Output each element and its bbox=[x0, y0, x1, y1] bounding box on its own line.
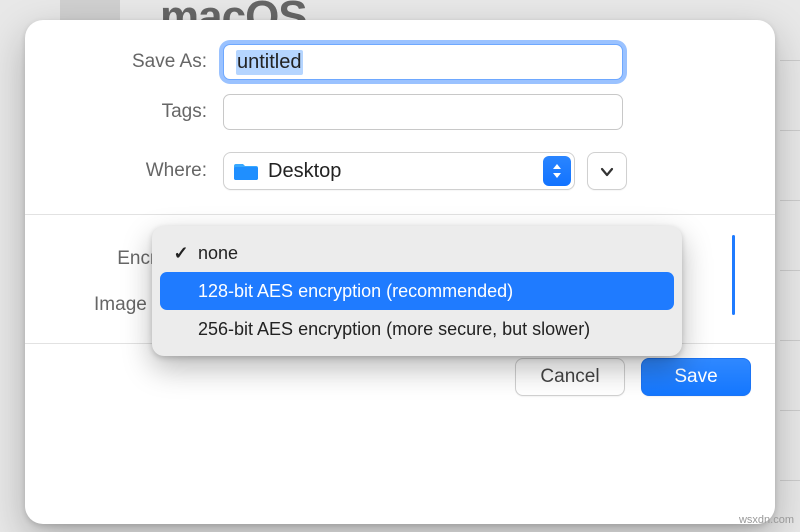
encryption-menu-item-128[interactable]: 128-bit AES encryption (recommended) bbox=[160, 272, 674, 310]
tags-label: Tags: bbox=[63, 101, 223, 123]
save-as-label: Save As: bbox=[63, 51, 223, 73]
where-popup[interactable]: Desktop bbox=[223, 152, 575, 190]
encryption-menu-item-256[interactable]: 256-bit AES encryption (more secure, but… bbox=[160, 310, 674, 348]
where-label: Where: bbox=[63, 160, 223, 182]
menu-item-label: 128-bit AES encryption (recommended) bbox=[198, 281, 513, 302]
encryption-menu: ✓ none 128-bit AES encryption (recommend… bbox=[152, 226, 682, 356]
folder-icon bbox=[234, 161, 258, 181]
expand-disclosure-button[interactable] bbox=[587, 152, 627, 190]
menu-item-label: 256-bit AES encryption (more secure, but… bbox=[198, 319, 590, 340]
cancel-button[interactable]: Cancel bbox=[515, 358, 625, 396]
save-as-value: untitled bbox=[236, 50, 303, 75]
watermark: wsxdn.com bbox=[739, 514, 794, 526]
save-button[interactable]: Save bbox=[641, 358, 751, 396]
encryption-menu-item-none[interactable]: ✓ none bbox=[160, 234, 674, 272]
menu-item-label: none bbox=[198, 243, 238, 264]
tags-input[interactable] bbox=[223, 94, 623, 130]
save-as-input[interactable]: untitled bbox=[223, 44, 623, 80]
check-icon: ✓ bbox=[170, 243, 192, 264]
updown-arrows-icon bbox=[543, 156, 571, 186]
where-value: Desktop bbox=[268, 160, 341, 183]
chevron-down-icon bbox=[600, 161, 614, 182]
hidden-popup-edge bbox=[732, 235, 735, 315]
